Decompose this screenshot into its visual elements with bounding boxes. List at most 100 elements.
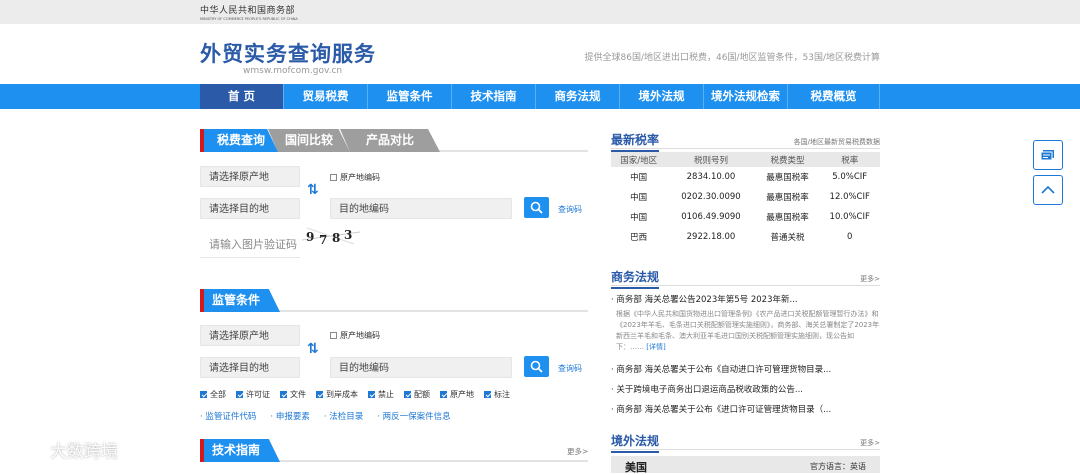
commerce-law-title[interactable]: 商务法规 [611, 268, 660, 289]
search-code-link[interactable]: 查询码 [558, 204, 582, 215]
tech-guide-title[interactable]: 技术指南 [200, 439, 280, 462]
list-item[interactable]: · 关于跨境电子商务出口退运商品税收政策的公告... [611, 383, 881, 395]
filter-landed-cost[interactable]: 到岸成本 [316, 389, 358, 400]
col-country: 国家/地区 [611, 152, 667, 167]
reg-search-button[interactable] [524, 356, 549, 377]
nav-home[interactable]: 首 页 [200, 84, 284, 109]
top-bar: 中华人民共和国商务部 MINISTRY OF COMMERCE PEOPLE'S… [0, 0, 1080, 24]
news-summary: 根据《中华人民共和国货物进出口管理条例》《农产品进口关税配额管理暂行办法》和《2… [616, 310, 880, 351]
reg-dest-code-input[interactable]: 目的地编码 [330, 357, 512, 378]
tech-guide-section-header: 技术指南 [200, 439, 588, 462]
nav-regulation[interactable]: 监管条件 [368, 84, 452, 109]
search-icon [530, 360, 543, 373]
regulation-filters: 全部 许可证 文件 到岸成本 禁止 配额 原产地 标注 [200, 389, 510, 400]
nav-foreign-law[interactable]: 境外法规 [620, 84, 704, 109]
origin-code-label: 原产地编码 [340, 173, 380, 182]
regulation-quick-links: · 监管证件代码 · 申报要素 · 法检目录 · 两反一保案件信息 [200, 410, 451, 422]
latest-rates-table: 国家/地区 税则号列 税费类型 税率 中国 2834.10.00 最惠国税率 5.0… [611, 152, 880, 247]
watermark-logo-icon [7, 440, 42, 457]
ministry-logo[interactable]: 中华人民共和国商务部 MINISTRY OF COMMERCE PEOPLE'S… [200, 3, 298, 21]
ministry-name-en: MINISTRY OF COMMERCE PEOPLE'S REPUBLIC O… [200, 17, 298, 21]
reg-search-code-link[interactable]: 查询码 [558, 363, 582, 374]
filter-label[interactable]: 标注 [484, 389, 510, 400]
search-button[interactable] [524, 197, 549, 218]
main-nav: 首 页 贸易税费 监管条件 技术指南 商务法规 境外法规 境外法规检索 税费概览 [0, 84, 1080, 109]
checkbox-box[interactable] [330, 174, 337, 181]
list-item[interactable]: · 商务部 海关总署关于公布《自动进口许可管理货物目录... [611, 363, 881, 375]
nav-commerce-law[interactable]: 商务法规 [536, 84, 620, 109]
captcha-input[interactable]: 请输入图片验证码 [200, 232, 300, 258]
nav-tech-guide[interactable]: 技术指南 [452, 84, 536, 109]
checkbox-box[interactable] [330, 332, 337, 339]
reg-dest-select[interactable]: 请选择目的地 [200, 357, 300, 378]
filter-origin[interactable]: 原产地 [440, 389, 474, 400]
site-title[interactable]: 外贸实务查询服务 [200, 38, 376, 68]
site-header: 外贸实务查询服务 wmsw.mofcom.gov.cn 提供全球86国/地区进出… [0, 24, 1080, 84]
list-item[interactable]: · 商务部 海关总署公告2023年第5号 2023年新... [611, 293, 881, 305]
commerce-law-more[interactable]: 更多> [860, 274, 880, 284]
swap-icon[interactable]: ⇅ [307, 182, 319, 198]
table-row[interactable]: 中国 2834.10.00 最惠国税率 5.0%CIF [611, 167, 880, 187]
watermark: 大数跨境 [6, 436, 118, 462]
link-inspection-list[interactable]: · 法检目录 [324, 410, 363, 422]
captcha-image[interactable]: 9 7 8 3 [301, 226, 361, 247]
link-declaration[interactable]: · 申报要素 [270, 410, 309, 422]
latest-rates-header: 最新税率 各国/地区最新贸易税费数据 [611, 131, 880, 152]
nav-tax-overview[interactable]: 税费概览 [788, 84, 880, 109]
foreign-law-title[interactable]: 境外法规 [611, 432, 660, 453]
tab-product-compare[interactable]: 产品对比 [340, 129, 440, 152]
official-language: 官方语言：英语 [810, 462, 866, 471]
feedback-button[interactable] [1033, 140, 1063, 170]
chevron-up-icon [1041, 185, 1055, 194]
col-tax-type: 税费类型 [755, 152, 820, 167]
table-row[interactable]: 巴西 2922.18.00 普通关税 0 [611, 227, 880, 247]
detail-link[interactable]: [详情] [646, 343, 665, 351]
tax-query-tabs: 产品对比 国间比较 税费查询 [200, 129, 588, 152]
svg-text:8: 8 [332, 231, 340, 245]
col-rate: 税率 [819, 152, 880, 167]
origin-code-checkbox[interactable]: 原产地编码 [330, 172, 380, 183]
watermark-text: 大数跨境 [50, 441, 118, 462]
filter-quota[interactable]: 配额 [404, 389, 430, 400]
table-row[interactable]: 中国 0106.49.9090 最惠国税率 10.0%CIF [611, 207, 880, 227]
ministry-name: 中华人民共和国商务部 [200, 6, 296, 16]
regulation-section-header: 监管条件 [200, 289, 588, 312]
tab-tax-query[interactable]: 税费查询 [200, 129, 278, 152]
back-to-top-button[interactable] [1033, 175, 1063, 205]
reg-origin-code-label: 原产地编码 [340, 331, 380, 340]
svg-text:7: 7 [319, 233, 327, 246]
nav-foreign-law-search[interactable]: 境外法规检索 [704, 84, 788, 109]
search-icon [530, 201, 543, 214]
table-header-row: 国家/地区 税则号列 税费类型 税率 [611, 152, 880, 167]
filter-document[interactable]: 文件 [280, 389, 306, 400]
reg-origin-code-checkbox[interactable]: 原产地编码 [330, 330, 380, 341]
dest-select[interactable]: 请选择目的地 [200, 198, 300, 219]
table-row[interactable]: 中国 0202.30.0090 最惠国税率 12.0%CIF [611, 187, 880, 207]
latest-rates-more[interactable]: 各国/地区最新贸易税费数据 [794, 137, 880, 147]
tab-country-compare[interactable]: 国间比较 [268, 129, 350, 152]
tech-guide-more-link[interactable]: 更多> [567, 446, 588, 457]
list-item[interactable]: · 商务部 海关总署关于公布《进口许可证管理货物目录（... [611, 403, 881, 415]
reg-origin-select[interactable]: 请选择原产地 [200, 325, 300, 346]
col-tariff-code: 税则号列 [666, 152, 756, 167]
latest-rates-title[interactable]: 最新税率 [611, 131, 660, 152]
site-description: 提供全球86国/地区进出口税费，46国/地区监管条件，53国/地区税费计算 [584, 53, 880, 63]
svg-text:3: 3 [344, 228, 352, 242]
origin-select[interactable]: 请选择原产地 [200, 166, 300, 187]
foreign-law-header: 境外法规 更多> [611, 432, 880, 453]
nav-trade-tax[interactable]: 贸易税费 [284, 84, 368, 109]
foreign-law-more[interactable]: 更多> [860, 438, 880, 448]
regulation-title[interactable]: 监管条件 [200, 289, 280, 312]
link-cert-code[interactable]: · 监管证件代码 [200, 410, 256, 422]
message-icon [1040, 150, 1054, 161]
site-url: wmsw.mofcom.gov.cn [243, 66, 343, 76]
svg-text:9: 9 [306, 230, 314, 244]
link-trade-remedy[interactable]: · 两反一保案件信息 [377, 410, 450, 422]
foreign-law-country-card[interactable]: 美国 官方语言：英语 [611, 456, 880, 474]
filter-prohibited[interactable]: 禁止 [368, 389, 394, 400]
commerce-law-header: 商务法规 更多> [611, 268, 880, 289]
reg-swap-icon[interactable]: ⇅ [307, 341, 319, 357]
filter-license[interactable]: 许可证 [236, 389, 270, 400]
filter-all[interactable]: 全部 [200, 389, 226, 400]
dest-code-input[interactable]: 目的地编码 [330, 198, 512, 219]
